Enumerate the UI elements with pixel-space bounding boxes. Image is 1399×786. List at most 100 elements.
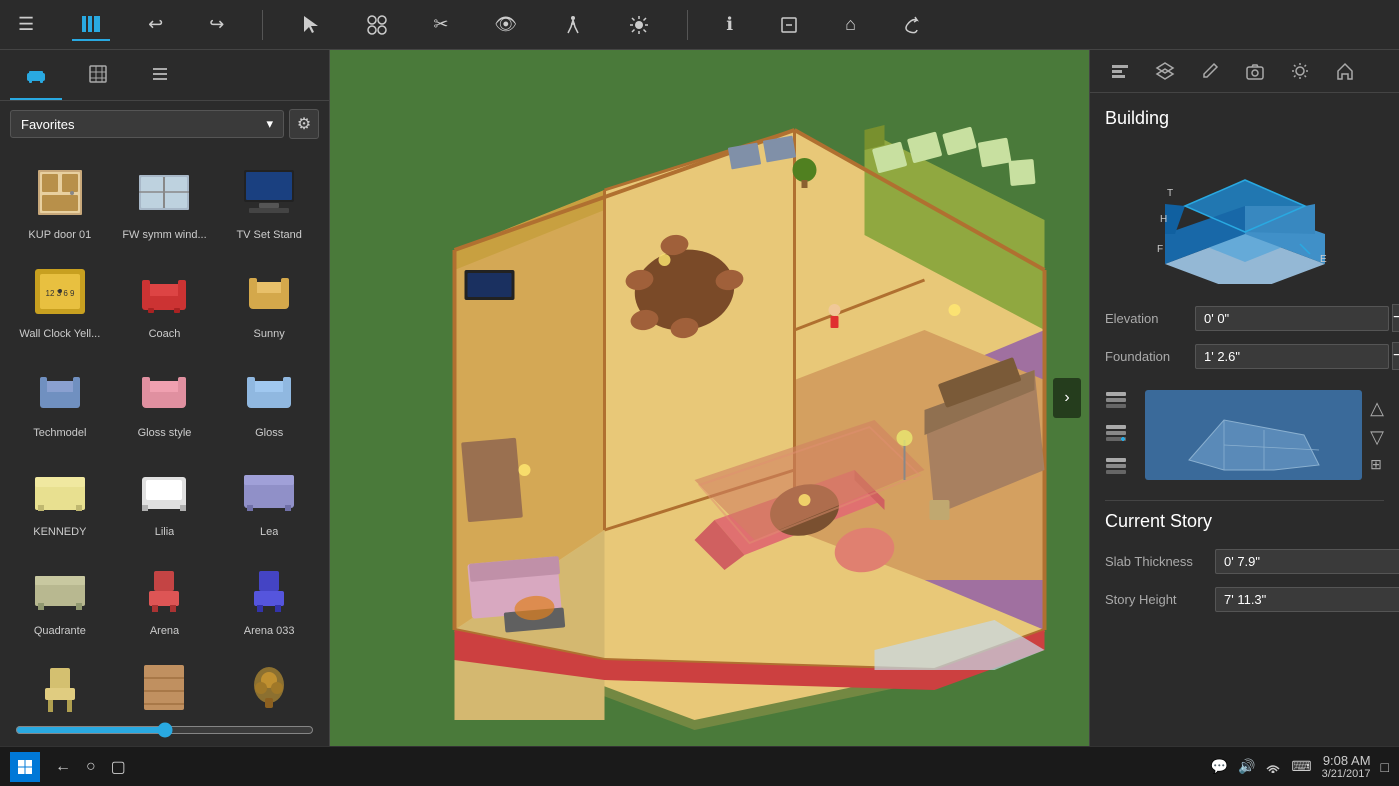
- fw-window-thumb: [124, 157, 204, 227]
- item-kennedy[interactable]: KENNEDY: [10, 449, 110, 543]
- chair2-thumb: [20, 652, 100, 714]
- favorites-gear-button[interactable]: ⚙: [289, 109, 319, 139]
- edit-tab[interactable]: [1190, 55, 1230, 92]
- view-icon[interactable]: 👁: [486, 10, 525, 39]
- item-arena[interactable]: Arena: [115, 548, 215, 642]
- svg-text:T: T: [1167, 188, 1173, 199]
- windows-button[interactable]: [10, 752, 40, 782]
- divider1: [1105, 500, 1384, 501]
- share-icon[interactable]: [894, 11, 930, 39]
- undo-icon[interactable]: ↩: [140, 10, 171, 39]
- top-toolbar: ☰ ↩ ↪ ✂ 👁: [0, 0, 1399, 50]
- group-icon[interactable]: [359, 11, 395, 39]
- coach-thumb: [124, 256, 204, 326]
- house-settings-tab[interactable]: [1325, 55, 1365, 92]
- quadrante-thumb: [20, 553, 100, 623]
- left-tabs: [0, 50, 329, 101]
- library-icon[interactable]: [72, 9, 110, 41]
- time-date: 9:08 AM 3/21/2017: [1322, 753, 1371, 780]
- cortana-button[interactable]: ○: [86, 758, 96, 776]
- item-arena033[interactable]: Arena 033: [219, 548, 319, 642]
- floor-config-icon[interactable]: [1105, 457, 1127, 480]
- fw-window-label: FW symm wind...: [122, 229, 206, 241]
- floor-mini-map[interactable]: [1145, 390, 1362, 480]
- volume-icon[interactable]: 🔊: [1238, 758, 1255, 775]
- notification-icon[interactable]: □: [1381, 759, 1389, 775]
- back-button[interactable]: ←: [55, 758, 71, 776]
- menu-icon[interactable]: ☰: [10, 10, 42, 39]
- item-sunny[interactable]: Sunny: [219, 251, 319, 345]
- shelf-thumb: [124, 652, 204, 714]
- item-plant[interactable]: Plant: [219, 647, 319, 714]
- coach-label: Coach: [149, 328, 181, 340]
- scissors-icon[interactable]: ✂: [425, 10, 456, 39]
- floor-list-icon[interactable]: [1105, 391, 1127, 414]
- items-grid: KUP door 01 FW symm wind...: [0, 147, 329, 714]
- item-fw-window[interactable]: FW symm wind...: [115, 152, 215, 246]
- center-canvas[interactable]: ›: [330, 50, 1089, 746]
- gloss-thumb: [229, 355, 309, 425]
- list-tab[interactable]: [134, 55, 186, 100]
- right-panel: Building: [1089, 50, 1399, 746]
- item-shelf[interactable]: Shelf: [115, 647, 215, 714]
- floor-add-icon[interactable]: [1105, 424, 1127, 447]
- story-height-input[interactable]: [1215, 587, 1399, 612]
- building-3d-view: F H T E: [1105, 144, 1384, 284]
- foundation-input[interactable]: [1195, 344, 1389, 369]
- kup-door-thumb: [20, 157, 100, 227]
- furniture-tab[interactable]: [10, 55, 62, 100]
- render-sun-tab[interactable]: [1280, 55, 1320, 92]
- slab-thickness-input[interactable]: [1215, 549, 1399, 574]
- design-tab[interactable]: [72, 55, 124, 100]
- floor-expand-icon[interactable]: ⊞: [1370, 456, 1384, 473]
- quadrante-label: Quadrante: [34, 625, 86, 637]
- camera-tab[interactable]: [1235, 55, 1275, 92]
- info-icon[interactable]: ℹ: [718, 10, 741, 39]
- techmodel-thumb: [20, 355, 100, 425]
- walk-icon[interactable]: [555, 11, 591, 39]
- techmodel-label: Techmodel: [33, 427, 86, 439]
- layer-tab[interactable]: [1145, 55, 1185, 92]
- item-gloss[interactable]: Gloss: [219, 350, 319, 444]
- keyboard-icon[interactable]: ⌨: [1291, 758, 1311, 775]
- export-icon[interactable]: [771, 11, 807, 39]
- mini-map-svg: [1174, 395, 1334, 475]
- favorites-dropdown[interactable]: Favorites ▾: [10, 110, 284, 138]
- canvas-expand-arrow[interactable]: ›: [1053, 378, 1081, 418]
- network-icon[interactable]: [1265, 757, 1281, 776]
- time-display: 9:08 AM: [1322, 753, 1371, 768]
- item-techmodel[interactable]: Techmodel: [10, 350, 110, 444]
- arena033-label: Arena 033: [244, 625, 295, 637]
- lea-label: Lea: [260, 526, 278, 538]
- home2-icon[interactable]: ⌂: [837, 10, 864, 39]
- item-coach[interactable]: Coach: [115, 251, 215, 345]
- item-quadrante[interactable]: Quadrante: [10, 548, 110, 642]
- item-tv-stand[interactable]: TV Set Stand: [219, 152, 319, 246]
- item-wall-clock[interactable]: 12 3 6 9 Wall Clock Yell...: [10, 251, 110, 345]
- floor-up-icon[interactable]: △: [1370, 398, 1384, 419]
- multitask-button[interactable]: ▢: [111, 757, 126, 777]
- separator1: [262, 10, 263, 40]
- item-lilia[interactable]: Lilia: [115, 449, 215, 543]
- story-height-row: Story Height − +: [1105, 585, 1384, 613]
- story-height-label: Story Height: [1105, 592, 1215, 607]
- redo-icon[interactable]: ↪: [201, 10, 232, 39]
- item-chair2[interactable]: Chair: [10, 647, 110, 714]
- zoom-slider[interactable]: [15, 722, 314, 738]
- item-lea[interactable]: Lea: [219, 449, 319, 543]
- align-tab[interactable]: [1100, 55, 1140, 92]
- lilia-thumb: [124, 454, 204, 524]
- arena-thumb: [124, 553, 204, 623]
- left-panel: Favorites ▾ ⚙ KUP door 01: [0, 50, 330, 746]
- tv-stand-label: TV Set Stand: [236, 229, 301, 241]
- sun-icon[interactable]: [621, 11, 657, 39]
- select-icon[interactable]: [293, 11, 329, 39]
- item-kup-door[interactable]: KUP door 01: [10, 152, 110, 246]
- building-3d-svg: F H T E: [1145, 144, 1345, 284]
- foundation-decrease-button[interactable]: −: [1392, 342, 1399, 370]
- elevation-input[interactable]: [1195, 306, 1389, 331]
- item-gloss-style[interactable]: Gloss style: [115, 350, 215, 444]
- elevation-decrease-button[interactable]: −: [1392, 304, 1399, 332]
- chat-icon[interactable]: 💬: [1211, 758, 1228, 775]
- floor-down-icon[interactable]: ▽: [1370, 427, 1384, 448]
